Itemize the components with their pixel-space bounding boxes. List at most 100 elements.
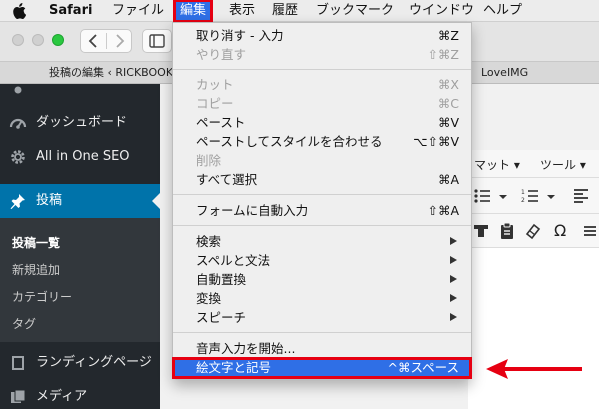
menu-item-substitutions[interactable]: 自動置換 <box>173 270 471 289</box>
submenu-item-categories[interactable]: カテゴリー <box>12 288 72 305</box>
apple-icon[interactable] <box>12 3 26 19</box>
zoom-window-button[interactable] <box>52 34 64 46</box>
back-forward-buttons[interactable] <box>80 29 132 53</box>
sidebar-item-posts[interactable]: 投稿 <box>0 184 160 218</box>
menu-item-copy[interactable]: コピー ⌘C <box>173 94 471 113</box>
sidebar-item-label: 投稿 <box>36 193 63 208</box>
menu-item-label: 削除 <box>196 153 222 168</box>
pin-icon <box>10 194 25 209</box>
sidebar-toggle-button[interactable] <box>142 29 172 53</box>
sidebar-item-media[interactable]: メディア <box>0 380 160 409</box>
sidebar-item-label: ランディングページ <box>36 355 152 370</box>
sidebar-item-all-in-one-seo[interactable]: All in One SEO <box>0 140 160 174</box>
menu-item-paste[interactable]: ペースト ⌘V <box>173 113 471 132</box>
menu-view[interactable]: 表示 <box>229 0 255 22</box>
menu-item-find[interactable]: 検索 <box>173 232 471 251</box>
menu-item-autofill-form[interactable]: フォームに自動入力 ⇧⌘A <box>173 201 471 220</box>
menu-window[interactable]: ウインドウ <box>409 0 474 22</box>
format-menu[interactable]: マット ▾ <box>474 156 520 173</box>
menu-separator <box>173 225 471 226</box>
paste-text-icon[interactable] <box>498 222 516 240</box>
gear-icon <box>11 150 25 164</box>
menu-app-safari[interactable]: Safari <box>49 0 92 22</box>
macos-menubar: Safari ファイル 編集 表示 履歴 ブックマーク ウインドウ ヘルプ <box>0 0 599 23</box>
editor-body[interactable] <box>468 248 599 409</box>
menu-item-label: 自動置換 <box>196 272 247 287</box>
special-character-icon[interactable]: Ω <box>554 221 566 240</box>
numbered-list-icon[interactable]: 12 <box>520 186 542 206</box>
sidebar-item-dashboard[interactable]: ダッシュボード <box>0 106 160 140</box>
menu-item-shortcut: ⌘V <box>437 115 459 130</box>
sidebar-item-landing-pages[interactable]: ランディングページ <box>0 346 160 380</box>
dropdown-arrow-icon[interactable] <box>546 192 556 202</box>
minimize-window-button[interactable] <box>32 34 44 46</box>
menu-bookmarks[interactable]: ブックマーク <box>316 0 394 22</box>
menu-separator <box>173 69 471 70</box>
menu-item-label: 絵文字と記号 <box>196 360 272 375</box>
menu-item-speech[interactable]: スピーチ <box>173 308 471 327</box>
chevron-right-icon[interactable] <box>107 30 131 52</box>
tools-menu[interactable]: ツール ▾ <box>540 156 586 173</box>
submenu-arrow-icon <box>450 256 457 264</box>
menu-item-shortcut: ⌘X <box>437 77 459 92</box>
page-icon <box>12 356 24 370</box>
sidebar-icon <box>149 34 165 48</box>
wp-admin-sidebar: ダッシュボード All in One SEO 投稿 投稿一覧 新規追加 カテゴリ… <box>0 84 160 409</box>
submenu-arrow-icon <box>450 275 457 283</box>
dropdown-arrow-icon[interactable] <box>498 192 508 202</box>
dashboard-icon <box>9 118 27 129</box>
menu-item-undo[interactable]: 取り消す - 入力 ⌘Z <box>173 26 471 45</box>
editor-toolbar-row-2: Ω <box>468 214 599 248</box>
menu-item-select-all[interactable]: すべて選択 ⌘A <box>173 170 471 189</box>
editor-toolbar-row: 12 <box>468 178 599 214</box>
menu-edit[interactable]: 編集 <box>172 0 214 23</box>
tab-loveimg[interactable]: LoveIMG <box>481 62 528 84</box>
sidebar-item-top <box>0 76 160 110</box>
menu-item-label: 検索 <box>196 234 222 249</box>
sidebar-item-label: ダッシュボード <box>36 115 128 130</box>
more-icon[interactable] <box>582 222 596 240</box>
submenu-item-add-new[interactable]: 新規追加 <box>12 261 60 278</box>
menu-item-shortcut: ⇧⌘Z <box>427 47 459 62</box>
submenu-arrow-icon <box>450 294 457 302</box>
menu-item-redo[interactable]: やり直す ⇧⌘Z <box>173 45 471 64</box>
menu-item-paste-match-style[interactable]: ペーストしてスタイルを合わせる ⌥⇧⌘V <box>173 132 471 151</box>
close-window-button[interactable] <box>12 34 24 46</box>
menu-item-label: 音声入力を開始... <box>196 341 296 356</box>
menu-item-label: 取り消す - 入力 <box>196 28 284 43</box>
submenu-item-all-posts[interactable]: 投稿一覧 <box>12 234 60 251</box>
menu-item-shortcut: ⌘C <box>437 96 459 111</box>
menu-item-start-dictation[interactable]: 音声入力を開始... <box>173 339 471 358</box>
menu-item-transformations[interactable]: 変換 <box>173 289 471 308</box>
menu-item-spelling-grammar[interactable]: スペルと文法 <box>173 251 471 270</box>
menu-file[interactable]: ファイル <box>112 0 164 22</box>
edit-menu-dropdown: 取り消す - 入力 ⌘Z やり直す ⇧⌘Z カット ⌘X コピー ⌘C ペースト… <box>172 22 472 380</box>
menu-item-label: スピーチ <box>196 310 247 325</box>
submenu-arrow-icon <box>450 313 457 321</box>
menu-item-label: フォームに自動入力 <box>196 203 309 218</box>
menu-item-cut[interactable]: カット ⌘X <box>173 75 471 94</box>
format-icon[interactable] <box>472 222 490 240</box>
menu-item-emoji-symbols[interactable]: 絵文字と記号 ^⌘スペース <box>172 357 472 379</box>
menu-item-label: ペースト <box>196 115 246 130</box>
bullet-list-icon[interactable] <box>472 186 494 206</box>
menu-item-label: すべて選択 <box>196 172 258 187</box>
align-left-icon[interactable] <box>572 186 592 206</box>
submenu-arrow-icon <box>450 237 457 245</box>
menu-item-label: コピー <box>196 96 234 111</box>
menu-item-delete[interactable]: 削除 <box>173 151 471 170</box>
media-icon <box>11 389 26 403</box>
people-icon <box>14 86 22 94</box>
submenu-item-tags[interactable]: タグ <box>12 315 36 332</box>
sidebar-item-label: All in One SEO <box>36 149 130 164</box>
menu-item-shortcut: ⌘A <box>437 172 459 187</box>
editor-menubar: マット ▾ ツール ▾ <box>468 150 599 178</box>
eraser-icon[interactable] <box>524 222 542 240</box>
menu-item-label: 変換 <box>196 291 222 306</box>
svg-text:2: 2 <box>521 197 525 204</box>
sidebar-item-label: メディア <box>36 389 88 404</box>
chevron-left-icon[interactable] <box>82 30 106 52</box>
menu-history[interactable]: 履歴 <box>272 0 298 22</box>
menu-help[interactable]: ヘルプ <box>483 0 522 22</box>
menu-separator <box>173 194 471 195</box>
